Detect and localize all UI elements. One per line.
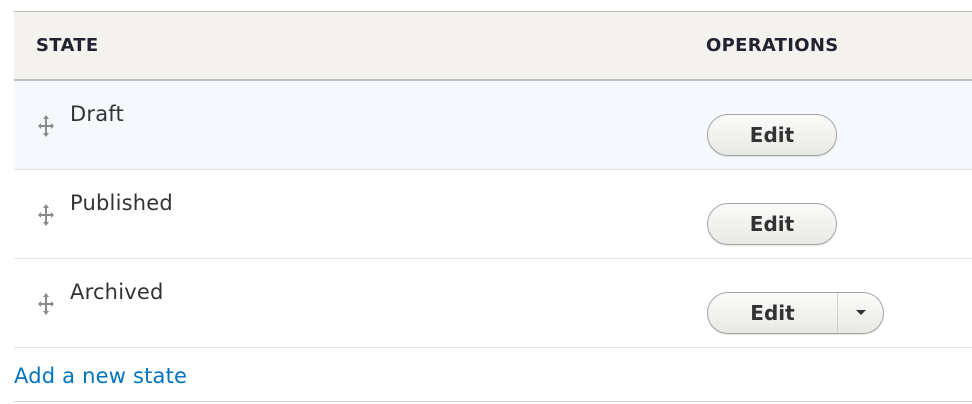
table-row: Archived Edit <box>14 258 972 347</box>
state-label-draft: Draft <box>70 101 124 126</box>
workflow-states: STATE OPERATIONS Draft Edit Published Ed… <box>0 0 972 404</box>
table-row: Draft Edit <box>14 79 972 170</box>
edit-button-archived[interactable]: Edit <box>708 292 838 333</box>
operations-cell: Edit <box>686 258 972 347</box>
state-label-published: Published <box>70 190 173 215</box>
edit-button-label: Edit <box>749 211 795 236</box>
state-cell: Published <box>14 169 686 258</box>
edit-split-button-archived: Edit <box>707 291 884 334</box>
operations-cell: Edit <box>686 169 972 258</box>
chevron-down-icon <box>855 310 866 315</box>
divider <box>14 401 972 402</box>
table-body: Draft Edit Published Edit Archived Edit <box>14 79 972 347</box>
state-cell: Draft <box>14 80 686 170</box>
edit-button-draft[interactable]: Edit <box>707 113 837 156</box>
column-header-operations: OPERATIONS <box>686 11 972 81</box>
dropdown-toggle-button[interactable] <box>838 293 883 333</box>
state-cell: Archived <box>14 258 686 347</box>
operations-cell: Edit <box>686 80 972 170</box>
add-new-state-link[interactable]: Add a new state <box>14 364 187 388</box>
table-row: Published Edit <box>14 169 972 258</box>
column-header-state: STATE <box>14 11 686 81</box>
drag-handle-icon[interactable] <box>38 203 54 226</box>
states-table: STATE OPERATIONS Draft Edit Published Ed… <box>14 11 972 348</box>
drag-handle-icon[interactable] <box>38 114 54 137</box>
edit-button-label: Edit <box>749 122 795 147</box>
edit-button-published[interactable]: Edit <box>707 202 837 245</box>
header-row: STATE OPERATIONS <box>14 11 972 81</box>
drag-handle-icon[interactable] <box>38 292 54 315</box>
table-header: STATE OPERATIONS <box>14 11 972 81</box>
state-label-archived: Archived <box>70 279 164 304</box>
